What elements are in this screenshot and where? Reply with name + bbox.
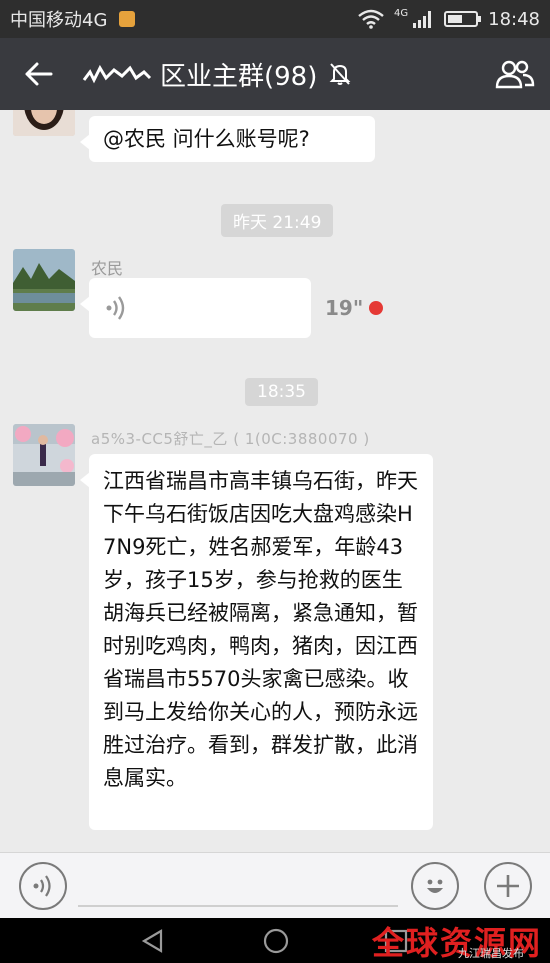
- unread-dot: [369, 301, 383, 315]
- message-text: 江西省瑞昌市高丰镇乌石街，昨天下午乌石街饭店因吃大盘鸡感染H7N9死亡，姓名郝爱…: [103, 469, 418, 790]
- chat-title-text: 区业主群(98): [160, 61, 318, 92]
- status-bar: 中国移动4G 4G 18:48: [0, 0, 550, 38]
- battery-icon: [444, 11, 482, 27]
- sender-name: 农民: [91, 259, 124, 278]
- watermark-source: 九江瑞昌发布: [458, 947, 524, 960]
- emoji-button[interactable]: [411, 862, 459, 910]
- timestamp-chip: 昨天 21:49: [221, 204, 334, 237]
- chat-area[interactable]: @农民 问什么账号呢? 昨天 21:49 农民 19" 18:35 a5%3-C…: [0, 110, 550, 852]
- message-input[interactable]: [78, 905, 398, 907]
- title-bar: 区业主群(98): [0, 38, 550, 110]
- redacted-name-scribble: [78, 62, 156, 86]
- clock: 18:48: [488, 8, 540, 30]
- smiley-icon: [427, 879, 443, 893]
- avatar[interactable]: [13, 110, 75, 136]
- system-nav-bar: 全球资源网 九江瑞昌发布: [0, 918, 550, 963]
- voice-mode-button[interactable]: [19, 862, 67, 910]
- group-members-button[interactable]: [480, 38, 550, 110]
- voice-message-bubble[interactable]: [80, 278, 311, 338]
- back-button[interactable]: [0, 38, 78, 110]
- carrier-group: 中国移动4G: [10, 6, 136, 32]
- back-triangle-icon[interactable]: [140, 928, 166, 954]
- timestamp-chip: 18:35: [245, 378, 318, 406]
- home-circle-icon[interactable]: [262, 927, 290, 955]
- avatar[interactable]: [13, 249, 75, 311]
- voice-duration: 19": [325, 296, 364, 320]
- input-bar: [0, 852, 550, 918]
- notification-app-icon: [119, 11, 136, 27]
- wifi-icon: [358, 9, 384, 29]
- message-bubble[interactable]: @农民 问什么账号呢?: [80, 116, 375, 162]
- chat-title: 区业主群(98): [78, 56, 351, 93]
- message-bubble[interactable]: 江西省瑞昌市高丰镇乌石街，昨天下午乌石街饭店因吃大盘鸡感染H7N9死亡，姓名郝爱…: [80, 454, 433, 830]
- signal-icon: [413, 11, 432, 28]
- message-text: @农民 问什么账号呢?: [103, 127, 310, 151]
- avatar[interactable]: [13, 424, 75, 486]
- status-right: 4G 18:48: [358, 7, 540, 30]
- carrier-label: 中国移动4G: [10, 10, 108, 31]
- plus-icon: [497, 875, 519, 897]
- more-actions-button[interactable]: [484, 862, 532, 910]
- sender-name: a5%3-CC5舒亡_乙 ( 1(0C:3880070 ): [91, 430, 370, 448]
- group-people-icon: [495, 60, 535, 89]
- network-type-label: 4G: [394, 7, 409, 19]
- bell-off-icon: [329, 63, 351, 85]
- voice-mode-icon: [33, 875, 51, 897]
- voice-wave-icon: [106, 296, 125, 320]
- arrow-left-icon: [25, 62, 53, 86]
- battery-fill: [448, 15, 463, 23]
